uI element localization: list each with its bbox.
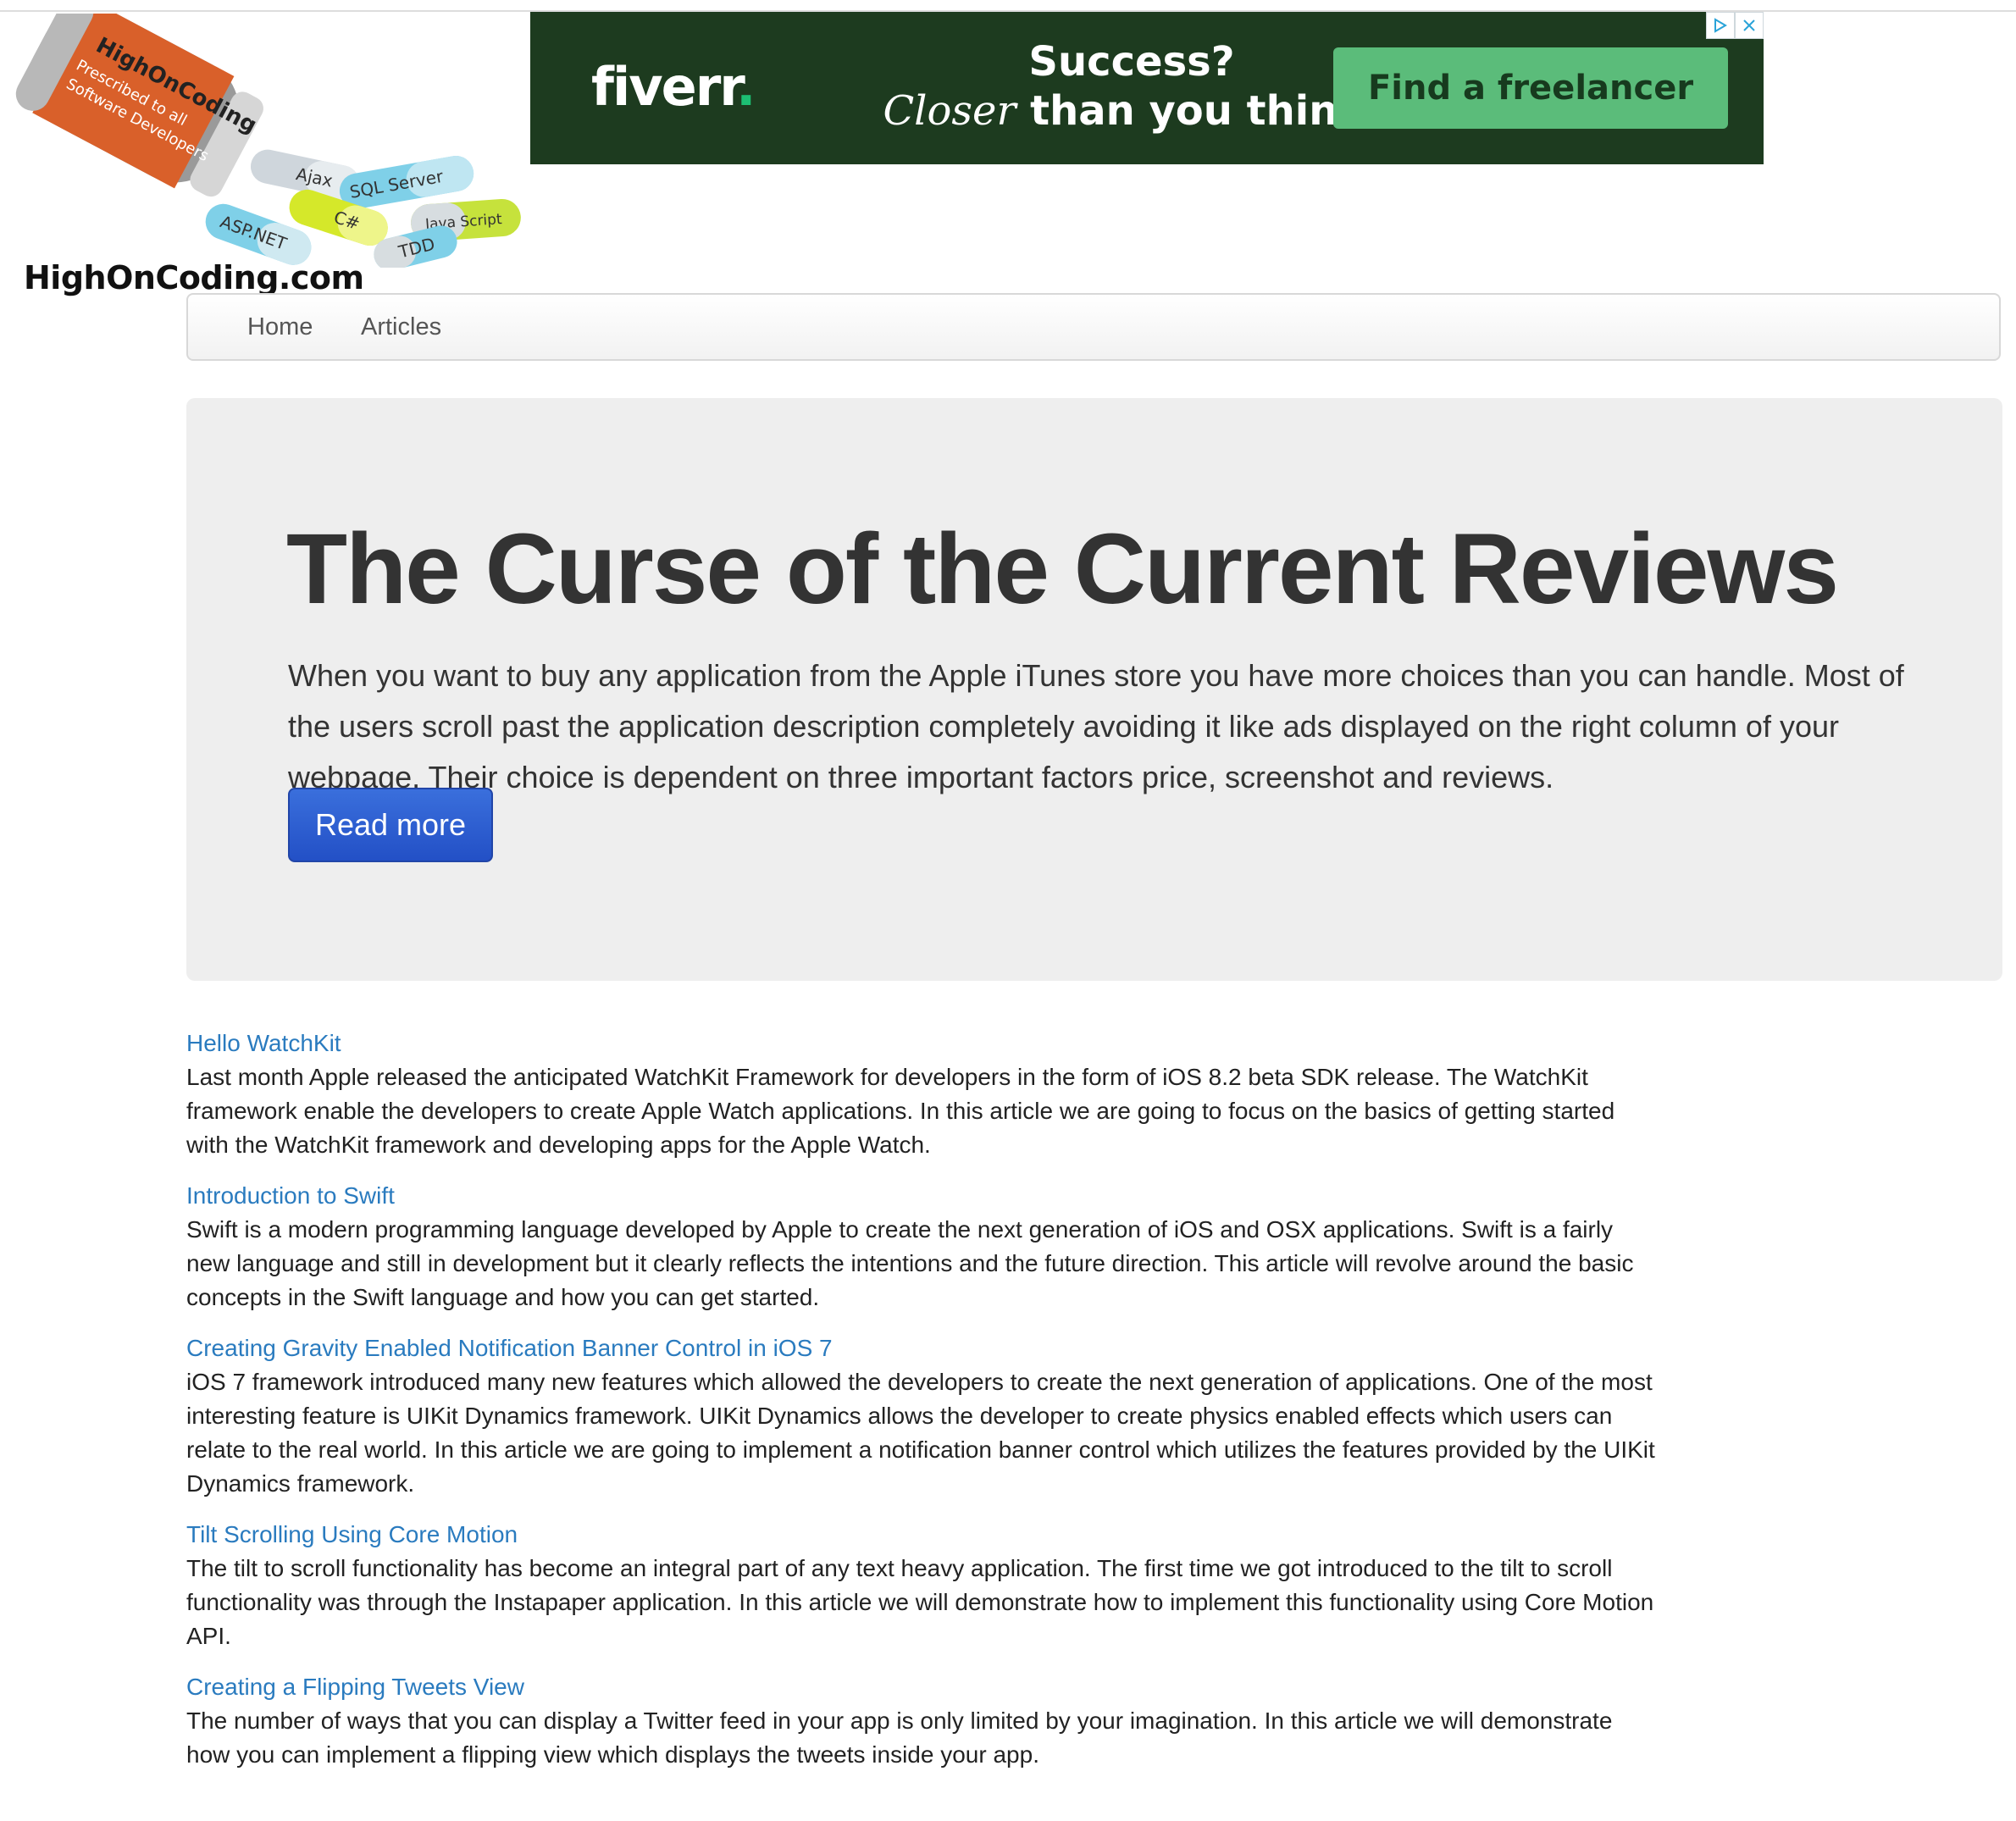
main-navbar: Home Articles [186, 293, 2001, 361]
article-list: Hello WatchKit Last month Apple released… [186, 1027, 1660, 1789]
list-item: Creating Gravity Enabled Notification Ba… [186, 1331, 1660, 1501]
logo-pills-illustration: HighOnCoding Prescribed to all Software … [15, 0, 521, 271]
logo-text: HighOnCoding.com [24, 259, 364, 296]
ad-headline-italic: Closer [883, 87, 1016, 135]
nav-item-home[interactable]: Home [247, 295, 313, 359]
ad-brand-name: fiverr [591, 56, 738, 118]
article-title-link[interactable]: Introduction to Swift [186, 1179, 1660, 1213]
list-item: Introduction to Swift Swift is a modern … [186, 1179, 1660, 1315]
ad-controls [1706, 12, 1764, 39]
close-icon[interactable] [1735, 12, 1764, 39]
featured-article-title: The Curse of the Current Reviews [286, 513, 1839, 625]
page: HighOnCoding Prescribed to all Software … [0, 0, 2016, 1821]
nav-item-articles[interactable]: Articles [361, 295, 441, 359]
list-item: Tilt Scrolling Using Core Motion The til… [186, 1518, 1660, 1653]
read-more-button[interactable]: Read more [288, 788, 493, 862]
article-title-link[interactable]: Tilt Scrolling Using Core Motion [186, 1518, 1660, 1552]
article-description: Last month Apple released the anticipate… [186, 1064, 1615, 1158]
article-description: The number of ways that you can display … [186, 1708, 1613, 1768]
ad-headline-rest: than you think. [1030, 87, 1381, 135]
ad-brand-dot: . [736, 56, 756, 118]
article-title-link[interactable]: Hello WatchKit [186, 1027, 1660, 1060]
list-item: Hello WatchKit Last month Apple released… [186, 1027, 1660, 1162]
site-logo[interactable]: HighOnCoding Prescribed to all Software … [0, 0, 525, 296]
ad-banner[interactable]: fiverr. Success? Closer than you think. … [530, 12, 1764, 164]
article-description: Swift is a modern programming language d… [186, 1216, 1634, 1310]
featured-article-lead: When you want to buy any application fro… [288, 658, 1904, 794]
ad-brand-logo: fiverr. [591, 56, 756, 118]
article-description: The tilt to scroll functionality has bec… [186, 1555, 1654, 1649]
ad-cta-button[interactable]: Find a freelancer [1333, 47, 1728, 129]
article-description: iOS 7 framework introduced many new feat… [186, 1369, 1655, 1497]
article-title-link[interactable]: Creating Gravity Enabled Notification Ba… [186, 1331, 1660, 1365]
list-item: Creating a Flipping Tweets View The numb… [186, 1670, 1660, 1772]
article-title-link[interactable]: Creating a Flipping Tweets View [186, 1670, 1660, 1704]
adchoices-icon[interactable] [1706, 12, 1735, 39]
featured-article-jumbotron: The Curse of the Current Reviews When yo… [186, 398, 2002, 981]
